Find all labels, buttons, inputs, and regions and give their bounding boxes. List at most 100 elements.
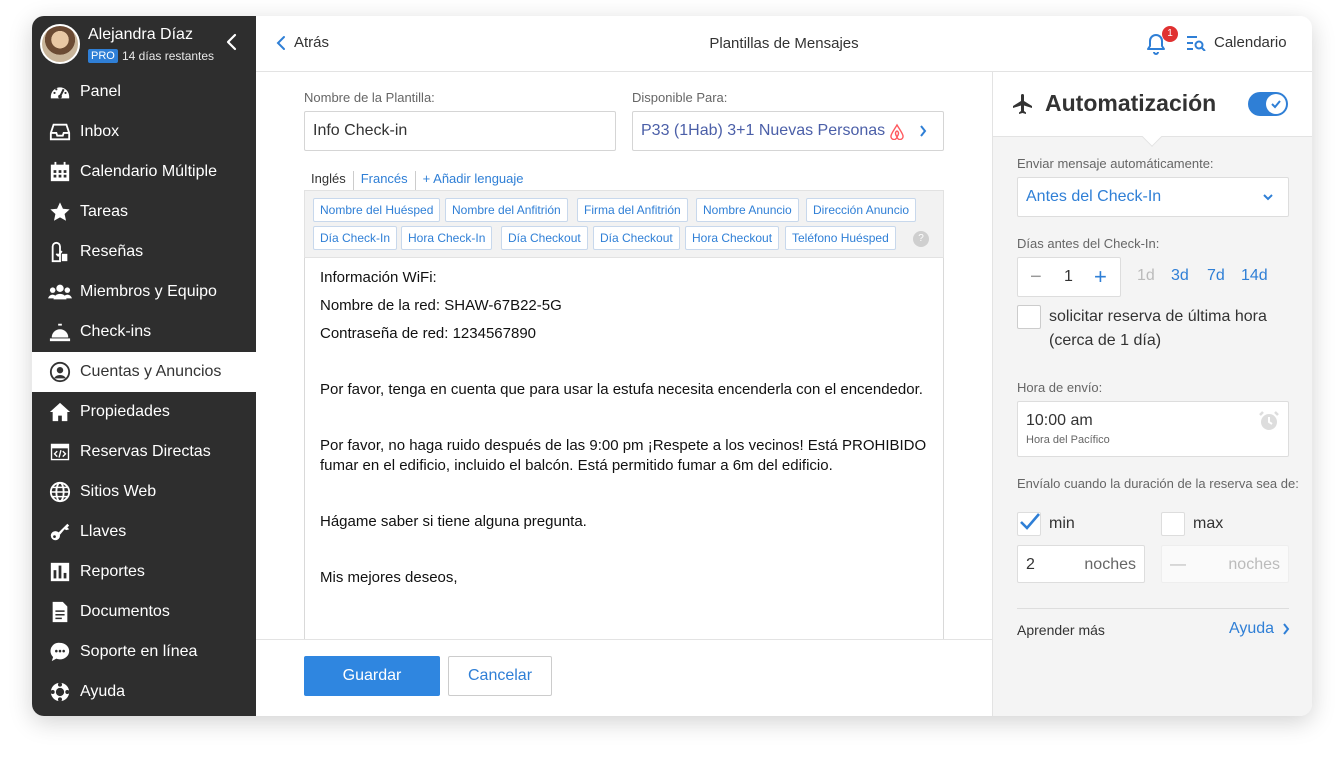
- save-button[interactable]: Guardar: [304, 656, 440, 696]
- sidebar-item-resenas[interactable]: Reseñas: [32, 232, 256, 272]
- tag-button[interactable]: Hora Checkout: [685, 226, 780, 250]
- nights-unit: noches: [1228, 556, 1280, 573]
- message-line: [320, 540, 928, 560]
- cancel-button[interactable]: Cancelar: [448, 656, 552, 696]
- dashboard-icon: [48, 80, 72, 104]
- tag-button[interactable]: Nombre del Anfitrión: [445, 198, 568, 222]
- notification-badge: 1: [1162, 26, 1178, 42]
- sidebar-item-reportes[interactable]: Reportes: [32, 552, 256, 592]
- sidebar-item-sitios-web[interactable]: Sitios Web: [32, 472, 256, 512]
- message-line: Nombre de la red: SHAW-67B22-5G: [320, 297, 562, 314]
- help-link[interactable]: Ayuda: [1229, 620, 1290, 638]
- available-for-value: P33 (1Hab) 3+1 Nuevas Personas: [641, 122, 886, 139]
- min-nights-input[interactable]: 2 noches: [1017, 545, 1145, 583]
- sidebar-item-label: Inbox: [80, 123, 120, 140]
- tag-button[interactable]: Teléfono Huésped: [785, 226, 896, 250]
- message-line: [320, 352, 928, 372]
- calendar-search-icon: [1187, 35, 1206, 51]
- template-name-input[interactable]: Info Check-in: [304, 111, 616, 151]
- max-nights-value: —: [1170, 556, 1186, 573]
- help-link-label: Ayuda: [1229, 620, 1275, 637]
- days-value[interactable]: 1: [1064, 268, 1073, 286]
- automation-title: Automatización: [1045, 90, 1217, 116]
- sidebar-item-soporte[interactable]: Soporte en línea: [32, 632, 256, 672]
- sidebar-item-ayuda[interactable]: Ayuda: [32, 672, 256, 712]
- decrement-button[interactable]: −: [1030, 266, 1042, 289]
- sidebar-item-checkins[interactable]: Check-ins: [32, 312, 256, 352]
- send-timing-value: Antes del Check-In: [1026, 188, 1162, 205]
- tag-button[interactable]: Nombre Anuncio: [696, 198, 799, 222]
- tab-frances[interactable]: Francés: [352, 171, 415, 191]
- chevron-down-icon: [1263, 194, 1273, 201]
- form-footer: Guardar Cancelar: [256, 639, 992, 716]
- message-line: Contraseña de red: 1234567890: [320, 325, 537, 342]
- send-time-label: Hora de envío:: [1017, 380, 1103, 395]
- tag-button[interactable]: Día Checkout: [593, 226, 680, 250]
- add-language-link[interactable]: + Añadir lenguaje: [414, 171, 531, 191]
- message-line: Por favor, tenga en cuenta que para usar…: [320, 381, 923, 398]
- last-minute-label-2: (cerca de 1 día): [1049, 332, 1162, 349]
- quick-day-7d[interactable]: 7d: [1207, 267, 1225, 285]
- available-for-label: Disponible Para:: [632, 90, 728, 105]
- collapse-sidebar-icon[interactable]: [222, 30, 242, 54]
- trial-text: 14 días restantes: [122, 49, 215, 63]
- sidebar-item-miembros[interactable]: Miembros y Equipo: [32, 272, 256, 312]
- sidebar-item-label: Soporte en línea: [80, 643, 198, 660]
- tag-button[interactable]: Dirección Anuncio: [806, 198, 917, 222]
- app-window: Alejandra Díaz PRO 14 días restantes Pan…: [32, 16, 1312, 716]
- document-icon: [48, 600, 72, 624]
- last-minute-checkbox[interactable]: [1017, 305, 1041, 329]
- chat-icon: [48, 640, 72, 664]
- sidebar-item-label: Reportes: [80, 563, 145, 580]
- max-nights-input[interactable]: — noches: [1161, 545, 1289, 583]
- automation-toggle[interactable]: [1248, 92, 1288, 116]
- message-line: Hágame saber si tiene alguna pregunta.: [320, 513, 587, 530]
- send-timing-select[interactable]: Antes del Check-In: [1017, 177, 1289, 217]
- tab-ingles[interactable]: Inglés: [304, 171, 353, 191]
- tag-button[interactable]: Hora Check-In: [401, 226, 493, 250]
- sidebar-item-label: Reservas Directas: [80, 443, 211, 460]
- sidebar-item-panel[interactable]: Panel: [32, 72, 256, 112]
- alarm-clock-icon: [1259, 411, 1279, 430]
- sidebar-item-calendario-multiple[interactable]: Calendario Múltiple: [32, 152, 256, 192]
- sidebar-item-label: Documentos: [80, 603, 170, 620]
- chevron-right-icon: [1283, 623, 1290, 635]
- airbnb-icon: [890, 123, 904, 140]
- duration-label: Envíalo cuando la duración de la reserva…: [1017, 476, 1299, 491]
- days-stepper: − 1 +: [1017, 257, 1121, 297]
- profile-block[interactable]: Alejandra Díaz PRO 14 días restantes: [32, 16, 256, 72]
- template-editor: Nombre de la Plantilla: Info Check-in Di…: [256, 72, 992, 716]
- quick-day-1d[interactable]: 1d: [1137, 267, 1155, 285]
- sidebar-item-tareas[interactable]: Tareas: [32, 192, 256, 232]
- send-time-input[interactable]: 10:00 am Hora del Pacífico: [1017, 401, 1289, 457]
- message-body-editor[interactable]: Información WiFi: Nombre de la red: SHAW…: [304, 258, 944, 652]
- available-for-select[interactable]: P33 (1Hab) 3+1 Nuevas Personas: [632, 111, 944, 151]
- sidebar-item-documentos[interactable]: Documentos: [32, 592, 256, 632]
- quick-day-3d[interactable]: 3d: [1171, 267, 1189, 285]
- placeholder-tags-bar: Nombre del Huésped Nombre del Anfitrión …: [304, 190, 944, 258]
- sidebar-item-reservas-directas[interactable]: Reservas Directas: [32, 432, 256, 472]
- max-checkbox[interactable]: [1161, 512, 1185, 536]
- lifebuoy-icon: [48, 680, 72, 704]
- tag-button[interactable]: Día Checkout: [501, 226, 588, 250]
- sidebar-item-propiedades[interactable]: Propiedades: [32, 392, 256, 432]
- sidebar: Alejandra Díaz PRO 14 días restantes Pan…: [32, 16, 256, 716]
- sidebar-item-llaves[interactable]: Llaves: [32, 512, 256, 552]
- sidebar-item-inbox[interactable]: Inbox: [32, 112, 256, 152]
- tags-help-icon[interactable]: ?: [913, 231, 929, 247]
- sidebar-item-cuentas[interactable]: Cuentas y Anuncios: [32, 352, 256, 392]
- sidebar-item-label: Reseñas: [80, 243, 144, 260]
- tag-button[interactable]: Nombre del Huésped: [313, 198, 441, 222]
- tag-button[interactable]: Firma del Anfitrión: [577, 198, 688, 222]
- calendar-link[interactable]: Calendario: [1186, 34, 1287, 51]
- automation-panel: Automatización Enviar mensaje automática…: [992, 72, 1312, 716]
- tag-button[interactable]: Día Check-In: [313, 226, 398, 250]
- min-checkbox[interactable]: [1017, 512, 1041, 536]
- sidebar-item-label: Check-ins: [80, 323, 152, 340]
- increment-button[interactable]: +: [1094, 264, 1107, 290]
- learn-more-label: Aprender más: [1017, 622, 1105, 638]
- days-before-label: Días antes del Check-In:: [1017, 236, 1160, 251]
- sidebar-item-label: Ayuda: [80, 683, 126, 700]
- message-line: Información WiFi:: [320, 269, 437, 286]
- quick-day-14d[interactable]: 14d: [1241, 267, 1268, 285]
